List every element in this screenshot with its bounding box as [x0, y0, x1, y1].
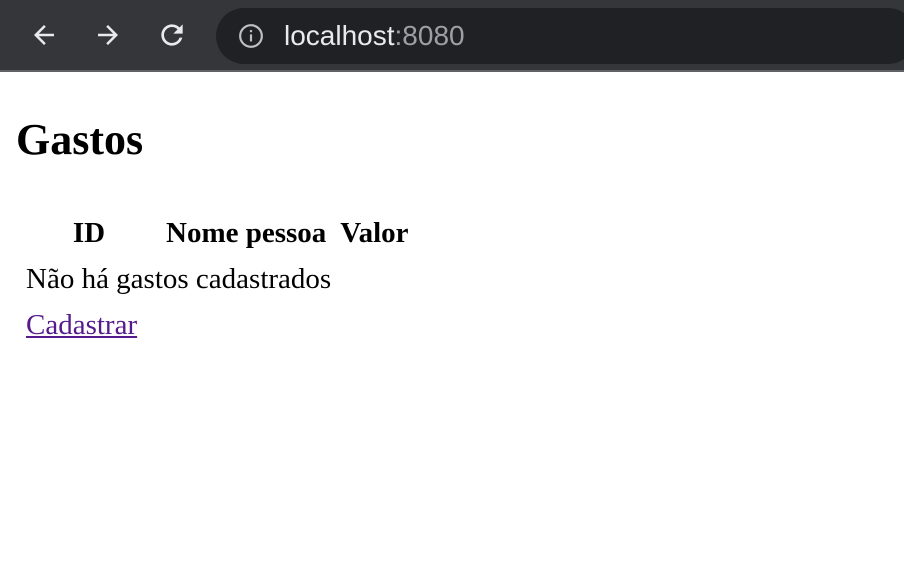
forward-button[interactable] [91, 18, 125, 52]
register-link[interactable]: Cadastrar [26, 309, 137, 341]
column-header-valor: Valor [340, 217, 409, 249]
register-row: Cadastrar [22, 302, 413, 348]
register-cell: Cadastrar [22, 302, 413, 348]
column-header-id: ID [72, 217, 106, 249]
empty-message: Não há gastos cadastrados [26, 263, 332, 295]
url-port: :8080 [394, 20, 465, 51]
table-header-row: ID Nome pessoa Valor [22, 210, 413, 256]
reload-button[interactable] [155, 18, 189, 52]
page-content: Gastos ID Nome pessoa Valor Não há gasto… [0, 74, 904, 584]
url-text[interactable]: localhost:8080 [284, 8, 465, 64]
address-bar[interactable]: localhost:8080 [216, 8, 904, 64]
arrow-right-icon [98, 25, 118, 45]
arrow-left-icon [34, 25, 54, 45]
browser-toolbar: localhost:8080 [0, 0, 904, 72]
expenses-table: ID Nome pessoa Valor Não há gastos cadas… [16, 210, 419, 348]
info-icon[interactable] [238, 23, 264, 49]
page-title: Gastos [16, 115, 144, 164]
reload-icon [161, 24, 183, 46]
empty-row: Não há gastos cadastrados [22, 256, 413, 302]
url-host: localhost [284, 20, 395, 51]
column-header-nome-pessoa: Nome pessoa [166, 217, 327, 249]
back-button[interactable] [27, 18, 61, 52]
